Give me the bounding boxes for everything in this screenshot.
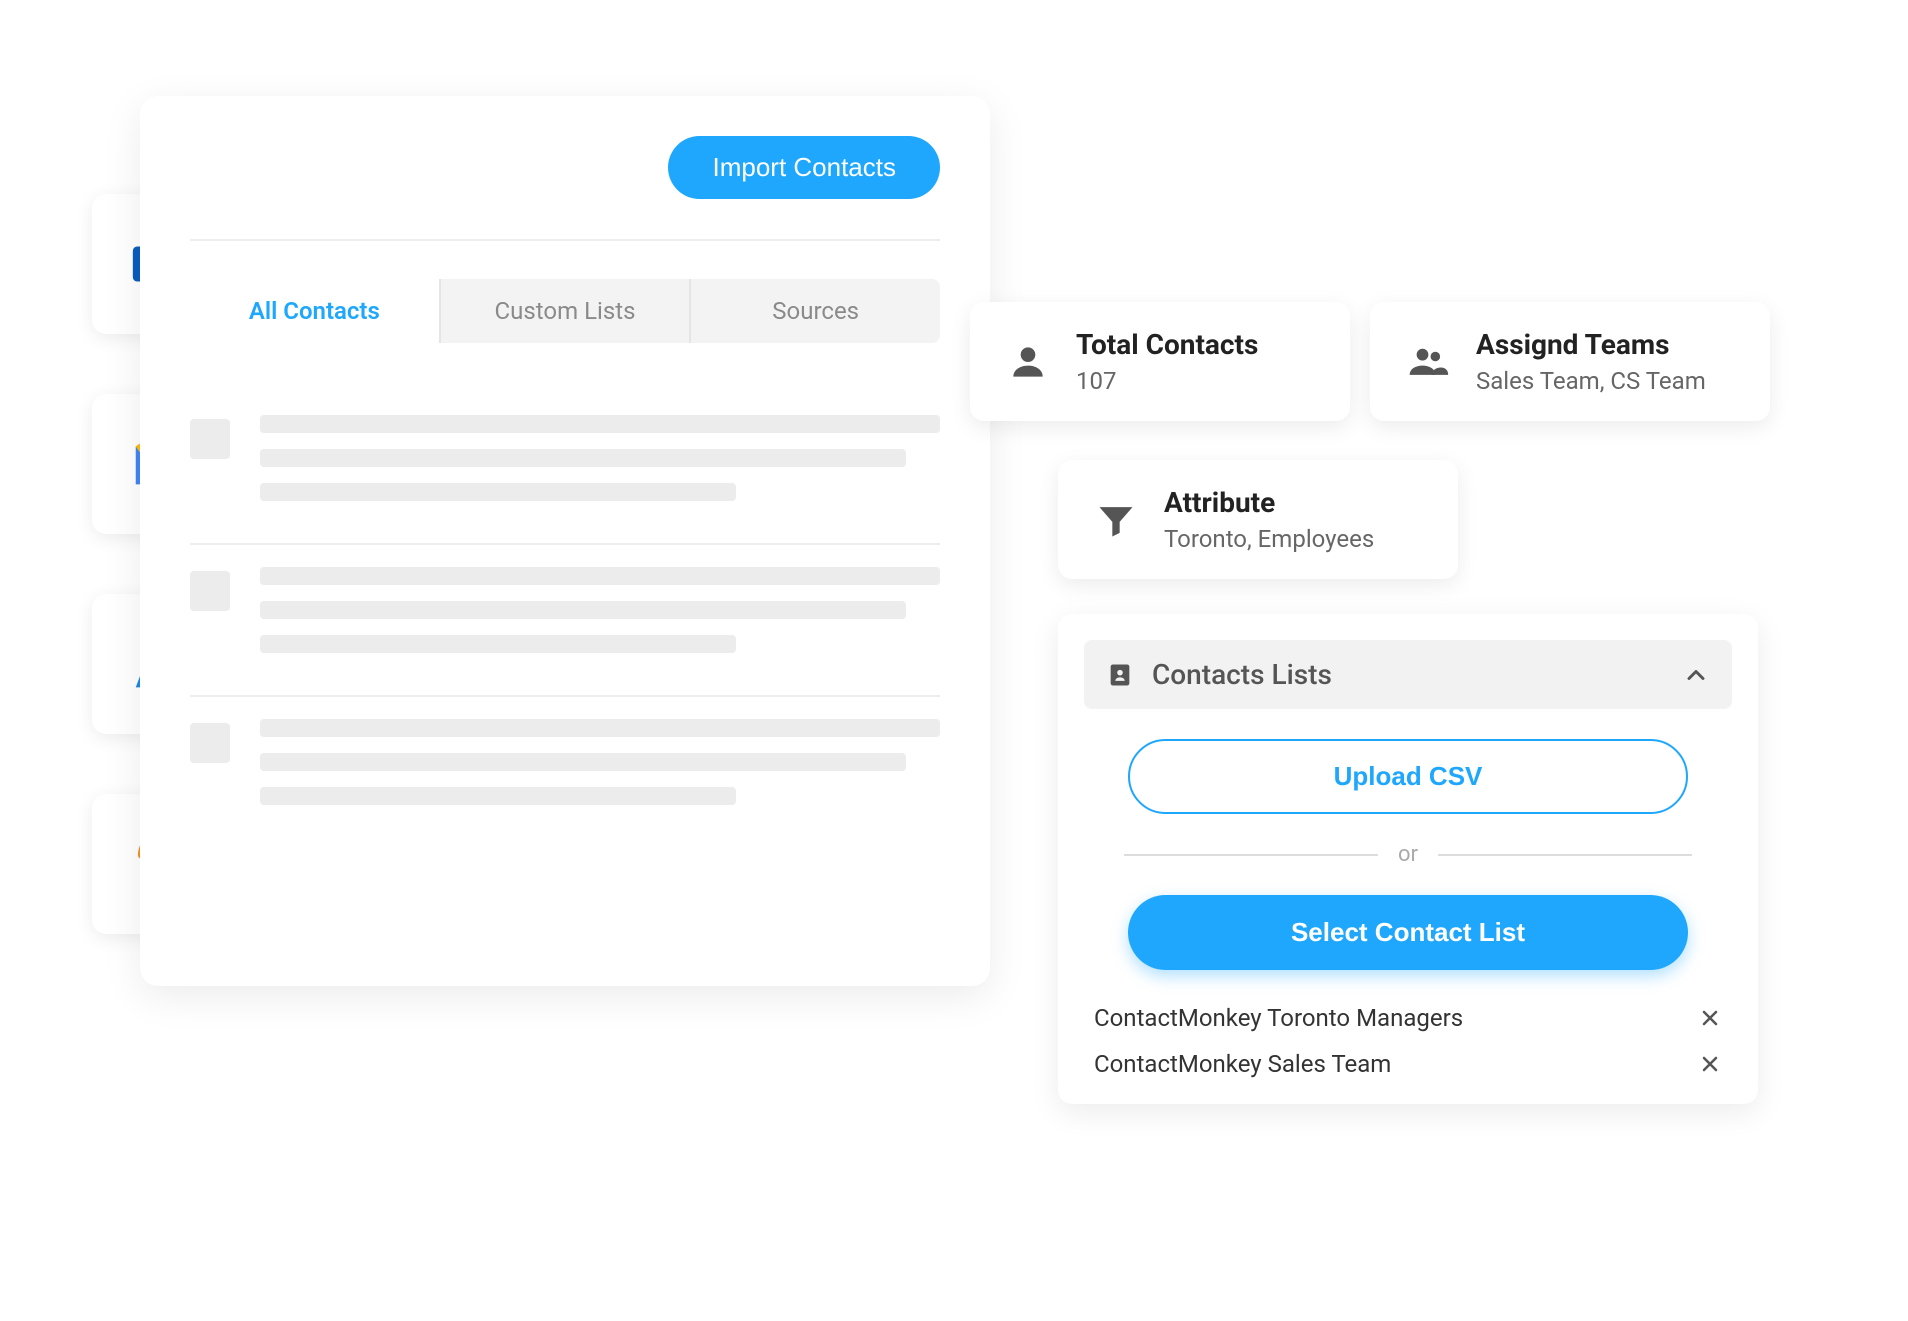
contacts-tabbar: All Contacts Custom Lists Sources xyxy=(190,279,940,343)
address-book-icon xyxy=(1106,661,1134,689)
summary-total-contacts: Total Contacts 107 xyxy=(970,302,1350,421)
list-item[interactable] xyxy=(190,393,940,545)
list-item[interactable] xyxy=(190,697,940,847)
contacts-main-panel: Import Contacts All Contacts Custom List… xyxy=(140,96,990,986)
contacts-lists-panel: Contacts Lists Upload CSV or Select Cont… xyxy=(1058,614,1758,1104)
import-contacts-button[interactable]: Import Contacts xyxy=(668,136,940,199)
list-item[interactable] xyxy=(190,545,940,697)
close-icon[interactable] xyxy=(1698,1052,1722,1076)
summary-attribute: Attribute Toronto, Employees xyxy=(1058,460,1458,579)
summary-value: 107 xyxy=(1076,367,1258,395)
contacts-lists-title: Contacts Lists xyxy=(1152,658,1332,691)
summary-title: Assignd Teams xyxy=(1476,328,1706,361)
users-icon xyxy=(1406,340,1450,384)
list-item-avatar xyxy=(190,723,230,763)
list-item-avatar xyxy=(190,419,230,459)
selected-list-label: ContactMonkey Toronto Managers xyxy=(1094,1004,1463,1032)
upload-csv-button[interactable]: Upload CSV xyxy=(1128,739,1688,814)
funnel-icon xyxy=(1094,498,1138,542)
tab-sources[interactable]: Sources xyxy=(691,279,940,343)
close-icon[interactable] xyxy=(1698,1006,1722,1030)
contacts-list-placeholder xyxy=(190,393,940,847)
selected-list-label: ContactMonkey Sales Team xyxy=(1094,1050,1391,1078)
selected-list-row: ContactMonkey Toronto Managers xyxy=(1094,1004,1722,1032)
select-contact-list-button[interactable]: Select Contact List xyxy=(1128,895,1688,970)
summary-value: Sales Team, CS Team xyxy=(1476,367,1706,395)
summary-assigned-teams: Assignd Teams Sales Team, CS Team xyxy=(1370,302,1770,421)
summary-title: Total Contacts xyxy=(1076,328,1258,361)
user-icon xyxy=(1006,340,1050,384)
tab-custom-lists[interactable]: Custom Lists xyxy=(441,279,692,343)
selected-lists: ContactMonkey Toronto Managers ContactMo… xyxy=(1084,1004,1732,1078)
chevron-up-icon[interactable] xyxy=(1682,661,1710,689)
selected-list-row: ContactMonkey Sales Team xyxy=(1094,1050,1722,1078)
contacts-lists-header[interactable]: Contacts Lists xyxy=(1084,640,1732,709)
or-label: or xyxy=(1398,842,1418,867)
import-row: Import Contacts xyxy=(190,136,940,241)
summary-value: Toronto, Employees xyxy=(1164,525,1374,553)
tab-all-contacts[interactable]: All Contacts xyxy=(190,279,441,343)
summary-title: Attribute xyxy=(1164,486,1374,519)
list-item-avatar xyxy=(190,571,230,611)
or-divider: or xyxy=(1124,842,1692,867)
